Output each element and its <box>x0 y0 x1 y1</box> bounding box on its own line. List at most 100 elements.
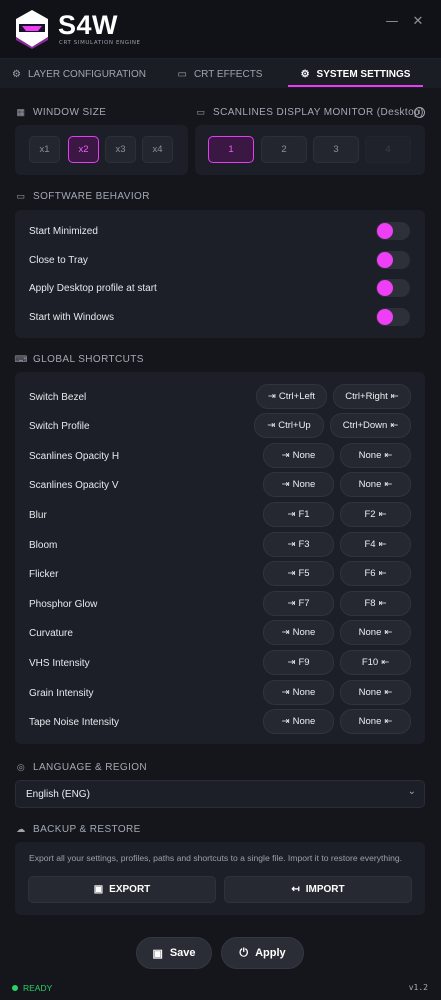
app-title: S4W <box>58 10 119 40</box>
monitor-option-3[interactable]: 3 <box>313 136 359 163</box>
shortcut-label: Scanlines Opacity H <box>29 451 120 462</box>
info-icon[interactable]: i <box>414 107 425 118</box>
shortcut-prev-button[interactable]: ⇥ F9 <box>263 650 334 675</box>
close-icon[interactable]: ✕ <box>410 14 426 30</box>
arrow-right-icon: ⇥ <box>267 391 276 402</box>
arrow-left-icon: ⇤ <box>378 539 387 550</box>
shortcut-prev-button[interactable]: ⇥ None <box>263 709 334 734</box>
shortcut-prev-value: None <box>292 450 316 461</box>
shortcut-prev-value: None <box>292 627 316 638</box>
shortcut-label: VHS Intensity <box>29 658 90 669</box>
shortcut-next-value: None <box>358 687 382 698</box>
shortcut-next-value: F8 <box>364 598 376 609</box>
section-title-text: LANGUAGE & REGION <box>33 762 148 773</box>
shortcut-next-button[interactable]: F6 ⇤ <box>340 561 411 586</box>
arrow-right-icon: ⇥ <box>281 687 290 698</box>
shortcut-prev-button[interactable]: ⇥ Ctrl+Left <box>256 384 327 409</box>
app-subtitle: CRT SIMULATION ENGINE <box>59 40 141 46</box>
shortcut-next-button[interactable]: F2 ⇤ <box>340 502 411 527</box>
status-dot-icon <box>12 985 18 991</box>
shortcut-label: Bloom <box>29 540 58 551</box>
start-with-windows-toggle[interactable] <box>376 308 410 326</box>
shortcut-next-button[interactable]: F4 ⇤ <box>340 532 411 557</box>
shortcut-prev-button[interactable]: ⇥ None <box>263 680 334 705</box>
shortcut-next-value: F4 <box>364 539 376 550</box>
shortcut-prev-button[interactable]: ⇥ F1 <box>263 502 334 527</box>
window-size-x2[interactable]: x2 <box>68 136 99 163</box>
arrow-left-icon: ⇤ <box>384 687 393 698</box>
arrow-right-icon: ⇥ <box>287 598 296 609</box>
shortcut-next-button[interactable]: Ctrl+Down ⇤ <box>330 413 411 438</box>
language-select-value: English (ENG) <box>26 789 90 800</box>
arrow-right-icon: ⇥ <box>287 568 296 579</box>
shortcut-prev-button[interactable]: ⇥ F7 <box>263 591 334 616</box>
shortcut-prev-button[interactable]: ⇥ None <box>263 620 334 645</box>
shortcut-prev-button[interactable]: ⇥ Ctrl+Up <box>254 413 324 438</box>
shortcut-next-button[interactable]: None ⇤ <box>340 472 411 497</box>
toggle-knob <box>377 309 393 325</box>
shortcut-next-value: F2 <box>364 509 376 520</box>
close-to-tray-toggle[interactable] <box>376 251 410 269</box>
shortcut-prev-button[interactable]: ⇥ None <box>263 472 334 497</box>
tab-label: CRT EFFECTS <box>193 68 263 80</box>
arrow-right-icon: ⇥ <box>287 539 296 550</box>
shortcut-next-button[interactable]: None ⇤ <box>340 680 411 705</box>
language-select[interactable]: English (ENG) ⌄ <box>15 780 425 808</box>
export-button[interactable]: ▣ EXPORT <box>28 876 216 903</box>
arrow-right-icon: ⇥ <box>281 450 290 461</box>
app-logo-icon <box>16 10 48 49</box>
arrow-right-icon: ⇥ <box>287 657 296 668</box>
backup-description: Export all your settings, profiles, path… <box>29 853 403 863</box>
toggle-knob <box>377 223 393 239</box>
section-title-text: WINDOW SIZE <box>33 107 107 118</box>
software-behavior-panel: Start Minimized Close to Tray Apply Desk… <box>15 210 425 338</box>
arrow-left-icon: ⇤ <box>378 568 387 579</box>
monitor-icon: ▭ <box>177 68 187 80</box>
monitor-option-2[interactable]: 2 <box>261 136 307 163</box>
shortcut-next-button[interactable]: None ⇤ <box>340 443 411 468</box>
window-size-x1[interactable]: x1 <box>29 136 60 163</box>
start-minimized-toggle[interactable] <box>376 222 410 240</box>
save-button[interactable]: ▣ Save <box>136 937 212 969</box>
toggle-label: Start Minimized <box>29 226 98 237</box>
shortcut-prev-button[interactable]: ⇥ F5 <box>263 561 334 586</box>
shortcut-prev-button[interactable]: ⇥ F3 <box>263 532 334 557</box>
arrow-left-icon: ⇤ <box>384 716 393 727</box>
shortcut-prev-value: F9 <box>298 657 310 668</box>
shortcut-label: Curvature <box>29 628 73 639</box>
monitor-option-1[interactable]: 1 <box>208 136 254 163</box>
shortcut-next-button[interactable]: None ⇤ <box>340 709 411 734</box>
tab-label: LAYER CONFIGURATION <box>27 68 146 80</box>
shortcut-next-button[interactable]: F8 ⇤ <box>340 591 411 616</box>
arrow-left-icon: ⇤ <box>378 598 387 609</box>
save-disk-icon: ▣ <box>93 884 104 895</box>
shortcut-next-value: Ctrl+Down <box>342 420 388 431</box>
monitor-option-4: 4 <box>365 136 411 163</box>
shortcut-prev-value: Ctrl+Left <box>278 391 316 402</box>
shortcut-label: Tape Noise Intensity <box>29 717 120 728</box>
shortcut-next-button[interactable]: Ctrl+Right ⇤ <box>333 384 411 409</box>
app-header: S4W CRT SIMULATION ENGINE — ✕ <box>0 0 441 58</box>
shortcut-label: Switch Bezel <box>29 392 87 403</box>
laptop-icon: ▭ <box>16 191 26 201</box>
apply-desktop-profile-toggle[interactable] <box>376 279 410 297</box>
apply-button[interactable]: ⏻ Apply <box>221 937 304 969</box>
window-size-heading: ▦ WINDOW SIZE <box>15 107 106 118</box>
minimize-icon[interactable]: — <box>384 14 400 30</box>
shortcut-next-value: F6 <box>364 568 376 579</box>
scanlines-monitor-heading: ▭ SCANLINES DISPLAY MONITOR (Desktop) <box>195 107 424 118</box>
save-label: Save <box>169 947 196 959</box>
tab-crt-effects[interactable]: ▭ CRT EFFECTS <box>158 59 282 89</box>
shortcut-prev-value: F7 <box>298 598 310 609</box>
status-text: READY <box>23 983 53 993</box>
power-icon: ⏻ <box>239 946 249 959</box>
window-size-x4[interactable]: x4 <box>142 136 173 163</box>
shortcut-prev-button[interactable]: ⇥ None <box>263 443 334 468</box>
shortcut-next-button[interactable]: None ⇤ <box>340 620 411 645</box>
export-label: EXPORT <box>109 884 151 895</box>
window-size-x3[interactable]: x3 <box>105 136 136 163</box>
shortcut-next-button[interactable]: F10 ⇤ <box>340 650 411 675</box>
tab-layer-configuration[interactable]: ⚙ LAYER CONFIGURATION <box>0 59 158 89</box>
import-button[interactable]: ↤ IMPORT <box>224 876 412 903</box>
section-title-text: BACKUP & RESTORE <box>33 824 141 835</box>
